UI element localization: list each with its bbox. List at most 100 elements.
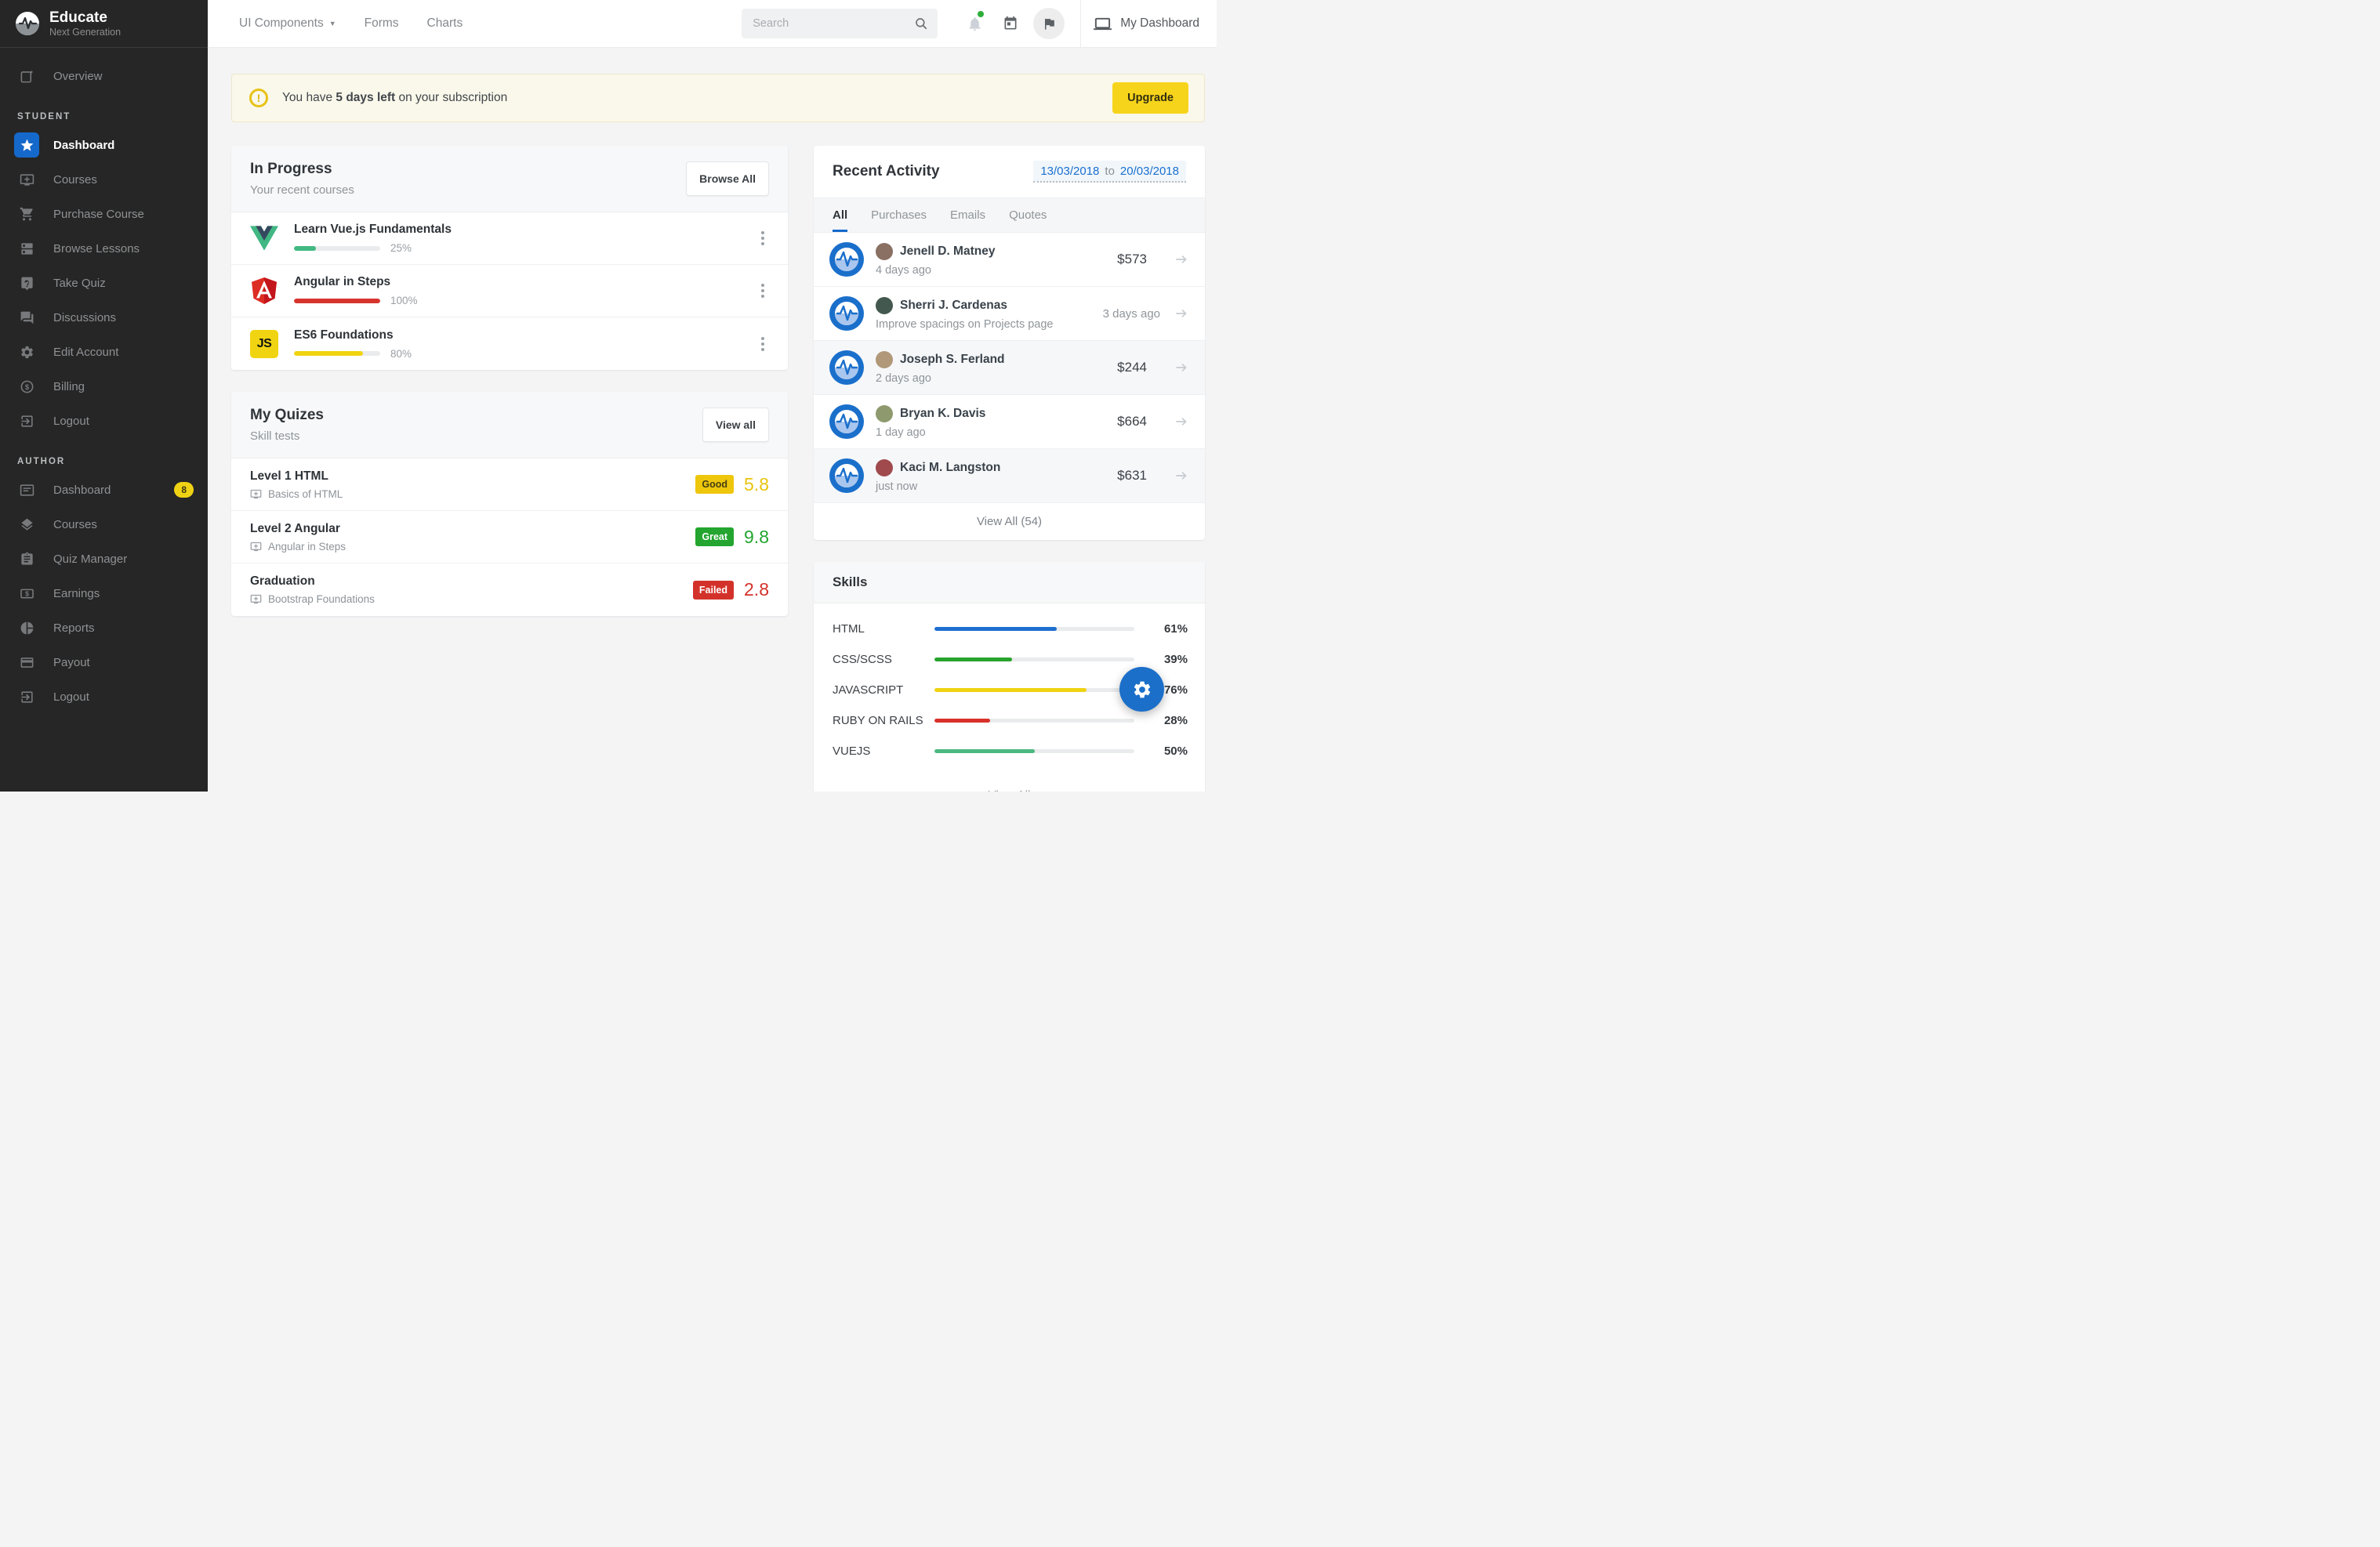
browse-all-button[interactable]: Browse All [686,161,769,196]
upgrade-button[interactable]: Upgrade [1112,82,1188,114]
sidebar-item-label: Edit Account [53,346,118,359]
quiz-row[interactable]: Level 2 Angular Angular in Steps Great 9… [231,511,788,563]
search-icon[interactable] [914,16,928,31]
notifications-button[interactable] [960,8,989,39]
calendar-button[interactable] [996,8,1025,39]
tab-quotes[interactable]: Quotes [1009,198,1047,232]
card-subtitle: Skill tests [250,429,324,443]
course-row[interactable]: Angular in Steps 100% [231,265,788,317]
card-title: My Quizes [250,407,324,424]
search-box [742,9,938,38]
sidebar-item-label: Quiz Manager [53,552,127,566]
nav-link-label: Charts [427,16,463,31]
date-to[interactable]: 20/03/2018 [1120,165,1179,178]
kebab-menu-icon[interactable] [756,332,769,356]
activity-view-all-button[interactable]: View All (54) [814,503,1205,540]
sidebar-item-overview[interactable]: Overview [0,59,208,93]
angular-logo-icon [250,277,278,305]
top-navbar: UI Components ▼ Forms Charts [208,0,1217,48]
arrow-right-icon[interactable] [1174,414,1189,429]
arrow-right-icon[interactable] [1174,360,1189,375]
arrow-right-icon[interactable] [1174,468,1189,484]
settings-fab-button[interactable] [1119,667,1164,712]
my-dashboard-link[interactable]: My Dashboard [1094,15,1209,33]
flag-button[interactable] [1033,8,1065,39]
sidebar-item-dashboard[interactable]: Dashboard [0,128,208,162]
skill-name: VUEJS [833,745,934,758]
quiz-score: 2.8 [744,579,769,600]
sidebar-item-author-courses[interactable]: Courses [0,507,208,542]
search-input[interactable] [751,16,914,31]
sidebar-item-reports[interactable]: Reports [0,610,208,645]
sidebar-item-label: Logout [53,690,89,704]
sidebar-item-label: Logout [53,415,89,428]
activity-meta: 2 days ago [876,372,1005,385]
skill-percent: 39% [1152,653,1188,666]
skill-row: RUBY ON RAILS 28% [833,714,1188,727]
nav-link-forms[interactable]: Forms [365,16,399,31]
sidebar-item-author-logout[interactable]: Logout [0,679,208,714]
course-row[interactable]: JS ES6 Foundations 80% [231,317,788,370]
sidebar-item-edit-account[interactable]: Edit Account [0,335,208,369]
nav-link-ui-components[interactable]: UI Components ▼ [239,16,336,31]
avatar [876,351,893,368]
skill-name: CSS/SCSS [833,653,934,666]
quiz-title: Level 2 Angular [250,522,346,536]
app-window: Educate Next Generation Overview STUDENT… [0,0,1217,792]
quiz-row[interactable]: Graduation Bootstrap Foundations Failed … [231,563,788,616]
skill-bar [934,688,1134,692]
sidebar-item-billing[interactable]: $ Billing [0,369,208,404]
activity-row[interactable]: Sherri J. Cardenas Improve spacings on P… [814,287,1205,341]
progress-bar [294,299,380,303]
skill-name: RUBY ON RAILS [833,714,934,727]
recent-activity-card: Recent Activity 13/03/2018 to 20/03/2018… [814,146,1205,540]
tab-emails[interactable]: Emails [950,198,985,232]
sidebar-item-take-quiz[interactable]: Take Quiz [0,266,208,300]
tab-purchases[interactable]: Purchases [871,198,927,232]
kebab-menu-icon[interactable] [756,279,769,303]
avatar [876,405,893,422]
activity-time: 3 days ago [1103,307,1160,321]
activity-amount: $244 [1117,360,1147,375]
my-quizzes-card: My Quizes Skill tests View all Level 1 H… [231,392,788,616]
quiz-row[interactable]: Level 1 HTML Basics of HTML Good 5.8 [231,458,788,511]
date-from[interactable]: 13/03/2018 [1040,165,1099,178]
pulse-logo-icon [829,350,864,385]
sidebar-item-courses[interactable]: Courses [0,162,208,197]
arrow-right-icon[interactable] [1174,252,1189,267]
activity-row[interactable]: Joseph S. Ferland 2 days ago $244 [814,341,1205,395]
sidebar-item-browse-lessons[interactable]: Browse Lessons [0,231,208,266]
sidebar-item-label: Earnings [53,587,100,600]
overview-icon [14,63,39,89]
activity-meta: Improve spacings on Projects page [876,318,1054,331]
activity-row[interactable]: Kaci M. Langston just now $631 [814,449,1205,503]
sidebar-item-author-dashboard[interactable]: Dashboard 8 [0,473,208,507]
sidebar-item-discussions[interactable]: Discussions [0,300,208,335]
sidebar-item-logout[interactable]: Logout [0,404,208,438]
nav-link-label: UI Components [239,16,324,31]
activity-row[interactable]: Jenell D. Matney 4 days ago $573 [814,233,1205,287]
activity-row[interactable]: Bryan K. Davis 1 day ago $664 [814,395,1205,449]
date-range-picker[interactable]: 13/03/2018 to 20/03/2018 [1033,161,1186,183]
progress-fill [294,299,380,303]
view-all-button[interactable]: View all [702,408,769,442]
course-row[interactable]: Learn Vue.js Fundamentals 25% [231,212,788,265]
dashboard-card-icon [14,477,39,502]
skill-bar [934,749,1134,753]
sidebar-item-quiz-manager[interactable]: Quiz Manager [0,542,208,576]
sidebar-item-label: Browse Lessons [53,242,140,255]
tab-all[interactable]: All [833,198,847,232]
chat-icon [14,305,39,330]
sidebar-item-payout[interactable]: Payout [0,645,208,679]
arrow-right-icon[interactable] [1174,306,1189,321]
subscription-alert: ! You have 5 days left on your subscript… [231,74,1205,122]
skill-row: HTML 61% [833,622,1188,636]
nav-link-charts[interactable]: Charts [427,16,463,31]
pulse-logo-icon [829,458,864,493]
sidebar-item-earnings[interactable]: $ Earnings [0,576,208,610]
money-card-icon: $ [14,581,39,606]
main-area: UI Components ▼ Forms Charts [208,0,1217,792]
skills-view-all-button[interactable]: View All [814,780,1205,792]
kebab-menu-icon[interactable] [756,226,769,250]
sidebar-item-purchase-course[interactable]: Purchase Course [0,197,208,231]
